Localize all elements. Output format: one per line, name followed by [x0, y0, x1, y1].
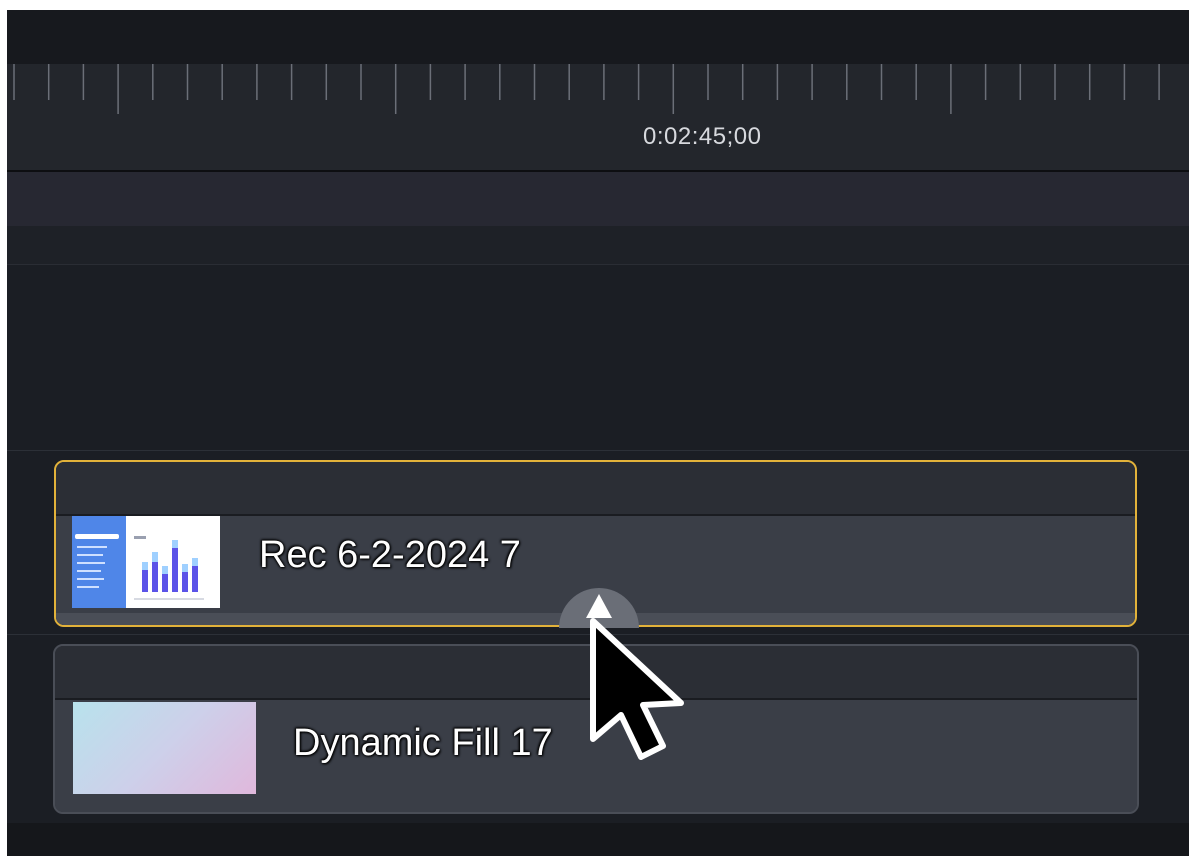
- fill-thumbnail: [73, 702, 256, 794]
- empty-track-strip: [7, 226, 1189, 265]
- clip-label: Dynamic Fill 17: [293, 722, 553, 764]
- track-divider: [7, 450, 1189, 451]
- ruler-ticks: [13, 64, 1160, 114]
- time-ruler[interactable]: [7, 64, 1189, 172]
- clip-header: [56, 462, 1135, 516]
- mouse-pointer-icon: [590, 618, 684, 760]
- editor-canvas: 0:02:45;00 Rec 6-2-2024 7 Dynamic Fill 1…: [0, 0, 1189, 856]
- timecode-label: 0:02:45;00: [643, 123, 762, 150]
- ruler-header: [7, 10, 1189, 64]
- recording-thumbnail: [72, 516, 220, 608]
- clip-label: Rec 6-2-2024 7: [259, 534, 521, 576]
- thumbnail-chart-icon: [75, 534, 204, 600]
- marker-band[interactable]: [7, 172, 1189, 226]
- timeline-bottom-bar: [7, 823, 1189, 856]
